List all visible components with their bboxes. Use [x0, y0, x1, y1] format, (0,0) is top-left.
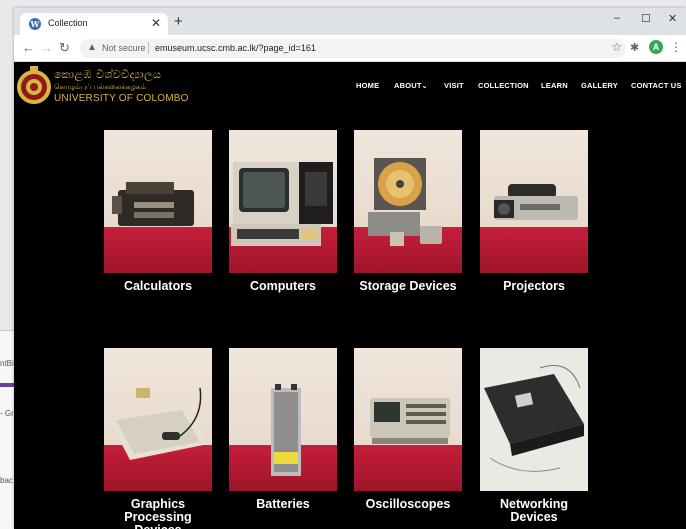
background-window[interactable]: ntBi - Gr bac	[0, 330, 14, 529]
tab-close-icon[interactable]: ✕	[151, 16, 161, 30]
category-label[interactable]: Storage Devices	[354, 280, 462, 293]
address-bar[interactable]: ▲ Not secure emuseum.ucsc.cmb.ac.lk/?pag…	[80, 39, 626, 58]
tab-title: Collection	[48, 18, 88, 28]
category-label[interactable]: Computers	[229, 280, 337, 293]
calculators-image[interactable]	[104, 130, 212, 273]
university-crest-logo[interactable]	[14, 64, 58, 106]
graphics-tablet-illustration	[108, 387, 208, 460]
category-card-batteries[interactable]: Batteries	[229, 348, 337, 511]
logo-tamil-text: கொழும்புப் பல்கலைக்கழகம்	[54, 83, 146, 91]
category-card-computers[interactable]: Computers	[229, 130, 337, 293]
networking-device-illustration	[480, 348, 588, 491]
tab-collection[interactable]: W Collection ✕	[20, 13, 168, 35]
warning-icon[interactable]: ▲	[87, 42, 97, 53]
browser-window: W Collection ✕ + – ☐ ✕ ← → ↻ ▲ Not secur…	[14, 8, 686, 529]
category-label[interactable]: Oscilloscopes	[354, 498, 462, 511]
url-text[interactable]: emuseum.ucsc.cmb.ac.lk/?page_id=161	[155, 43, 316, 53]
networking-devices-image[interactable]	[480, 348, 588, 491]
category-card-calculators[interactable]: Calculators	[104, 130, 212, 293]
bookmark-star-icon[interactable]: ☆	[611, 40, 622, 54]
wordpress-icon: W	[29, 18, 41, 30]
profile-avatar[interactable]: A	[649, 40, 663, 54]
category-card-projectors[interactable]: Projectors	[480, 130, 588, 293]
background-window-text: ntBi	[0, 359, 14, 368]
tab-bar: W Collection ✕ + – ☐ ✕	[14, 8, 686, 35]
calculator-illustration	[112, 182, 194, 226]
background-window-text: - Gr	[0, 409, 14, 418]
battery-illustration	[271, 384, 301, 476]
address-separator	[148, 42, 149, 54]
category-card-oscilloscopes[interactable]: Oscilloscopes	[354, 348, 462, 511]
category-card-storage-devices[interactable]: Storage Devices	[354, 130, 462, 293]
projector-illustration	[494, 184, 578, 220]
browser-toolbar: ← → ↻ ▲ Not secure emuseum.ucsc.cmb.ac.l…	[14, 35, 686, 62]
close-window-button[interactable]: ✕	[668, 12, 677, 25]
oscilloscope-illustration	[370, 398, 450, 444]
category-label[interactable]: Projectors	[480, 280, 588, 293]
category-label[interactable]: Networking Devices	[480, 498, 588, 524]
not-secure-label[interactable]: Not secure	[102, 43, 146, 53]
university-name[interactable]: කොළඹ විශ්වවිද්‍යාලය கொழும்புப் பல்கலைக்க…	[54, 68, 189, 104]
batteries-image[interactable]	[229, 348, 337, 491]
web-page: කොළඹ විශ්වවිද්‍යාලය கொழும்புப் பல்கலைக்க…	[14, 62, 686, 529]
maximize-button[interactable]: ☐	[641, 12, 651, 25]
nav-collection[interactable]: COLLECTION	[478, 81, 529, 90]
storage-device-illustration	[368, 158, 442, 246]
chevron-down-icon: ⌄	[421, 83, 428, 90]
logo-english-text: UNIVERSITY OF COLOMBO	[54, 93, 189, 104]
category-label[interactable]: Graphics Processing Devices	[104, 498, 212, 529]
graphics-processing-devices-image[interactable]	[104, 348, 212, 491]
projectors-image[interactable]	[480, 130, 588, 273]
category-label[interactable]: Batteries	[229, 498, 337, 511]
reload-button[interactable]: ↻	[59, 40, 70, 56]
category-label[interactable]: Calculators	[104, 280, 212, 293]
back-button[interactable]: ←	[22, 40, 35, 55]
nav-about-label: ABOUT	[394, 81, 422, 90]
background-window-accent	[0, 383, 14, 387]
minimize-button[interactable]: –	[614, 12, 620, 24]
oscilloscopes-image[interactable]	[354, 348, 462, 491]
nav-learn[interactable]: LEARN	[541, 81, 568, 90]
extensions-puzzle-icon[interactable]: ✱	[630, 41, 639, 54]
new-tab-button[interactable]: +	[174, 13, 183, 30]
nav-contact-us[interactable]: CONTACT US	[631, 81, 682, 90]
nav-home[interactable]: HOME	[356, 81, 379, 90]
forward-button[interactable]: →	[40, 40, 53, 55]
category-card-networking-devices[interactable]: Networking Devices	[480, 348, 588, 524]
category-card-graphics-processing-devices[interactable]: Graphics Processing Devices	[104, 348, 212, 529]
computer-illustration	[231, 162, 333, 246]
nav-about[interactable]: ABOUT⌄	[394, 81, 428, 90]
nav-visit[interactable]: VISIT	[444, 81, 464, 90]
browser-menu-icon[interactable]: ⋮	[670, 40, 682, 54]
computers-image[interactable]	[229, 130, 337, 273]
background-window-text: bac	[0, 476, 13, 485]
logo-sinhala-text: කොළඹ විශ්වවිද්‍යාලය	[54, 68, 162, 81]
nav-gallery[interactable]: GALLERY	[581, 81, 618, 90]
storage-devices-image[interactable]	[354, 130, 462, 273]
